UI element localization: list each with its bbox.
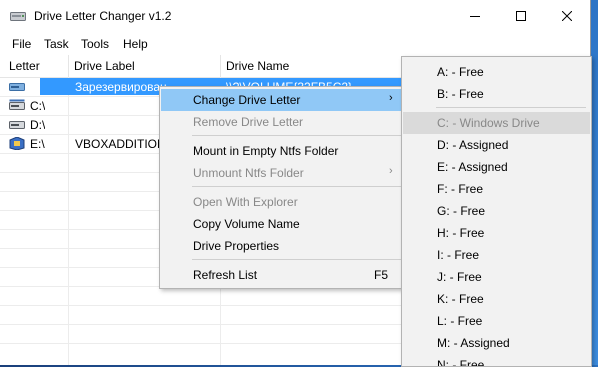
submenu-item-a[interactable]: A: - Free xyxy=(403,61,590,83)
submenu-item-l[interactable]: L: - Free xyxy=(403,310,590,332)
menu-item-unmount-ntfs-folder[interactable]: Unmount Ntfs Folder › xyxy=(161,162,405,184)
menu-item-label: J: - Free xyxy=(437,270,482,284)
menu-item-label: K: - Free xyxy=(437,292,484,306)
menu-item-label: E: - Assigned xyxy=(437,160,508,174)
minimize-icon xyxy=(470,16,480,17)
submenu-item-j[interactable]: J: - Free xyxy=(403,266,590,288)
maximize-icon xyxy=(516,11,526,21)
menu-bar: File Task Tools Help xyxy=(0,33,590,55)
column-header-label[interactable]: Drive Label xyxy=(74,59,135,73)
shortcut-label: F5 xyxy=(374,268,389,282)
submenu-item-n[interactable]: N: - Free xyxy=(403,354,590,367)
chevron-right-icon: › xyxy=(389,92,393,104)
cell-letter: E:\ xyxy=(30,137,45,151)
menu-task[interactable]: Task xyxy=(44,37,69,51)
close-button[interactable] xyxy=(544,0,590,33)
chevron-right-icon: › xyxy=(389,165,393,177)
system-drive-icon xyxy=(9,83,25,91)
context-menu: Change Drive Letter › Remove Drive Lette… xyxy=(159,86,407,289)
menu-item-label: Refresh List xyxy=(193,268,258,282)
menu-help[interactable]: Help xyxy=(123,37,148,51)
submenu-item-c[interactable]: C: - Windows Drive xyxy=(403,112,590,134)
menu-item-remove-drive-letter[interactable]: Remove Drive Letter xyxy=(161,111,405,133)
column-divider[interactable] xyxy=(68,55,69,77)
menu-item-label: L: - Free xyxy=(437,314,483,328)
menu-item-label: C: - Windows Drive xyxy=(437,116,540,130)
drive-icon xyxy=(10,12,26,21)
submenu-item-i[interactable]: I: - Free xyxy=(403,244,590,266)
submenu-item-h[interactable]: H: - Free xyxy=(403,222,590,244)
menu-item-label: F: - Free xyxy=(437,182,484,196)
menu-item-label: N: - Free xyxy=(437,358,485,367)
cell-letter: C:\ xyxy=(30,99,46,113)
maximize-button[interactable] xyxy=(498,0,544,33)
submenu-item-g[interactable]: G: - Free xyxy=(403,200,590,222)
column-divider[interactable] xyxy=(220,55,221,77)
submenu-item-d[interactable]: D: - Assigned xyxy=(403,134,590,156)
menu-item-label: H: - Free xyxy=(437,226,485,240)
submenu-item-e[interactable]: E: - Assigned xyxy=(403,156,590,178)
menu-item-label: B: - Free xyxy=(437,87,484,101)
menu-item-label: A: - Free xyxy=(437,65,484,79)
menu-item-label: D: - Assigned xyxy=(437,138,509,152)
window-title: Drive Letter Changer v1.2 xyxy=(34,9,172,23)
menu-separator xyxy=(192,135,402,136)
menu-item-label: Drive Properties xyxy=(193,239,280,253)
column-header-letter[interactable]: Letter xyxy=(9,59,40,73)
cd-drive-icon xyxy=(9,137,25,150)
submenu-item-m[interactable]: M: - Assigned xyxy=(403,332,590,354)
submenu-item-k[interactable]: K: - Free xyxy=(403,288,590,310)
close-icon xyxy=(562,11,572,21)
menu-item-label: M: - Assigned xyxy=(437,336,510,350)
menu-item-label: Mount in Empty Ntfs Folder xyxy=(193,144,339,158)
submenu-item-f[interactable]: F: - Free xyxy=(403,178,590,200)
menu-item-label: Open With Explorer xyxy=(193,195,298,209)
menu-item-mount-ntfs-folder[interactable]: Mount in Empty Ntfs Folder xyxy=(161,140,405,162)
drive-letter-submenu: A: - Free B: - Free C: - Windows Drive D… xyxy=(401,56,592,367)
column-header-name[interactable]: Drive Name xyxy=(226,59,289,73)
menu-item-change-drive-letter[interactable]: Change Drive Letter › xyxy=(161,89,405,111)
hard-drive-icon xyxy=(9,121,25,129)
menu-item-refresh-list[interactable]: Refresh List F5 xyxy=(161,264,405,286)
submenu-item-b[interactable]: B: - Free xyxy=(403,83,590,105)
cell-letter: D:\ xyxy=(30,118,46,132)
menu-item-copy-volume-name[interactable]: Copy Volume Name xyxy=(161,213,405,235)
menu-item-label: Unmount Ntfs Folder xyxy=(193,166,304,180)
hard-drive-icon xyxy=(9,99,25,110)
menu-item-open-with-explorer[interactable]: Open With Explorer xyxy=(161,191,405,213)
menu-item-label: Remove Drive Letter xyxy=(193,115,304,129)
menu-separator xyxy=(192,259,402,260)
menu-file[interactable]: File xyxy=(12,37,31,51)
menu-item-label: I: - Free xyxy=(437,248,480,262)
menu-item-label: G: - Free xyxy=(437,204,486,218)
menu-item-drive-properties[interactable]: Drive Properties xyxy=(161,235,405,257)
menu-item-label: Copy Volume Name xyxy=(193,217,300,231)
menu-separator xyxy=(436,107,586,108)
title-bar[interactable]: Drive Letter Changer v1.2 xyxy=(0,0,590,33)
menu-separator xyxy=(192,186,402,187)
menu-tools[interactable]: Tools xyxy=(81,37,109,51)
minimize-button[interactable] xyxy=(452,0,498,33)
menu-item-label: Change Drive Letter xyxy=(193,93,301,107)
